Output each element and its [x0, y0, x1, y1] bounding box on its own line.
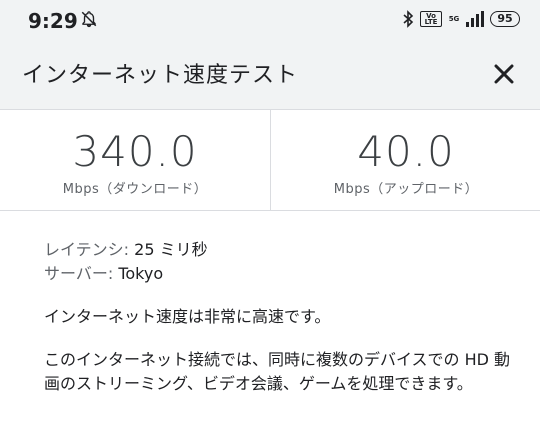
status-bar: 9:29 Vo LTE 5G 95 — [0, 0, 540, 38]
latency-label: レイテンシ: — [44, 240, 130, 259]
upload-speed-value: 40.0 — [357, 127, 455, 176]
upload-result: 40.0 Mbps（アップロード） — [271, 110, 540, 210]
bluetooth-icon — [403, 10, 414, 28]
speed-summary: インターネット速度は非常に高速です。 — [44, 307, 331, 326]
status-time: 9:29 — [28, 9, 78, 33]
server-row: サーバー: Tokyo — [44, 262, 514, 286]
details-section: レイテンシ: 25 ミリ秒 サーバー: Tokyo — [44, 238, 514, 286]
network-type-icon: 5G — [448, 15, 460, 23]
server-value: Tokyo — [118, 264, 164, 283]
bell-off-icon — [81, 11, 97, 28]
server-label: サーバー: — [44, 264, 114, 283]
volte-icon: Vo LTE — [420, 11, 442, 27]
upload-speed-unit: Mbps（アップロード） — [333, 182, 479, 197]
status-icons: Vo LTE 5G 95 — [402, 9, 520, 29]
battery-icon: 95 — [490, 11, 520, 27]
speed-description: このインターネット接続では、同時に複数のデバイスでの HD 動画のストリーミング… — [44, 350, 511, 393]
download-speed-value: 340.0 — [72, 127, 198, 176]
signal-icon — [466, 11, 484, 27]
dialog-title: インターネット速度テスト — [22, 63, 299, 88]
download-result: 340.0 Mbps（ダウンロード） — [0, 110, 270, 210]
latency-value: 25 ミリ秒 — [134, 240, 208, 259]
speed-results: 340.0 Mbps（ダウンロード） 40.0 Mbps（アップロード） — [0, 110, 540, 211]
download-speed-unit: Mbps（ダウンロード） — [62, 182, 208, 197]
latency-row: レイテンシ: 25 ミリ秒 — [44, 238, 514, 262]
close-icon[interactable] — [486, 56, 522, 92]
dialog-header: インターネット速度テスト — [0, 38, 540, 110]
